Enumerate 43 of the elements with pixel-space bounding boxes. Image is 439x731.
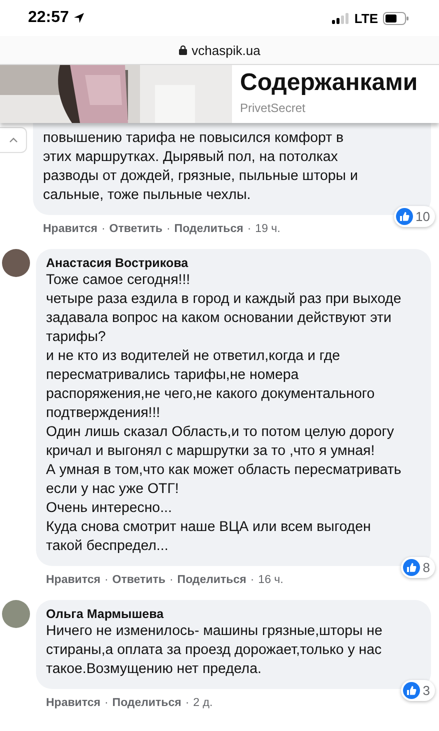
separator-dot: · [104, 697, 108, 709]
action-link[interactable]: Нравится [46, 697, 100, 709]
comment-time[interactable]: 16 ч. [258, 574, 284, 586]
signal-icon [332, 12, 350, 24]
action-link[interactable]: Поделиться [177, 574, 246, 586]
location-arrow-icon [72, 12, 85, 24]
action-link[interactable]: Ответить [112, 574, 166, 586]
action-link[interactable]: Ответить [109, 223, 162, 235]
avatar[interactable] [2, 600, 30, 628]
comment-text: повышению тарифа не повысился комфорт в этих маршрутках. Дырявый пол, на потолках разводы от дождей, грязные, пыльные шторы и сальные, тоже пыльные чехлы. [43, 129, 359, 205]
ad-source: PrivetSecret [240, 101, 306, 115]
action-link[interactable]: Нравится [46, 574, 100, 586]
separator-dot: · [169, 574, 174, 586]
url-text[interactable]: vchaspik.ua [192, 42, 260, 58]
ad-banner[interactable]: Содержанками PrivetSecret [0, 65, 439, 123]
lock-icon [178, 45, 187, 55]
comment-time[interactable]: 19 ч. [255, 223, 280, 235]
action-link[interactable]: Поделиться [112, 697, 182, 709]
action-link[interactable]: Поделиться [174, 223, 244, 235]
avatar[interactable] [2, 249, 30, 277]
like-icon [402, 682, 420, 699]
separator-dot: · [185, 697, 190, 709]
reaction-badge[interactable]: 10 [394, 206, 435, 227]
clock-time: 22:57 [28, 9, 69, 27]
comment-text: Ничего не изменилось- машины грязные,шторы не стираны,а оплата за проезд дорожает,только у нас такое.Возмущению нет предела. [46, 622, 384, 679]
author-name[interactable]: Ольга Мармышева [46, 607, 421, 621]
separator-dot: · [247, 223, 252, 235]
separator-dot: · [101, 223, 106, 235]
ad-title: Содержанками [240, 69, 418, 97]
action-link[interactable]: Нравится [43, 223, 98, 235]
separator-dot: · [166, 223, 170, 235]
battery-icon [383, 12, 409, 24]
author-name[interactable]: Анастасия Вострикова [46, 256, 421, 270]
like-icon [402, 559, 420, 576]
comment-text: Тоже самое сегодня!!! четыре раза ездила в город и каждый раз при выходе задавала вопрос на каком основании действуют эти тарифы? и не кто из водителей не ответил,когда и где пересматривались тарифы,не номера распоряжения,не чего,не какого документального подтверждения!!! Один лишь сказал Область,и то потом целую дорогу кричал и выгонял с маршрутки за то ,что я умная! А умная в том,что как может область пересматривать если у нас уже ОТГ! Очень интересно... Куда снова смотрит наше ВЦА или всем выгоден такой беспредел... [46, 271, 402, 556]
reaction-badge[interactable]: 3 [400, 680, 435, 701]
caret-icon [8, 137, 18, 143]
network-label: LTE [354, 10, 378, 26]
separator-dot: · [104, 574, 108, 586]
reaction-badge[interactable]: 8 [400, 557, 435, 578]
like-icon [396, 208, 413, 225]
comment-time[interactable]: 2 д. [193, 697, 213, 709]
separator-dot: · [250, 574, 254, 586]
